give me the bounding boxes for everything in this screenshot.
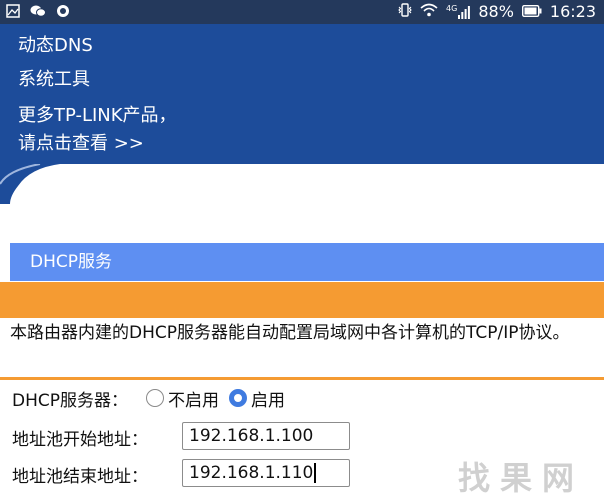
nav-menu: 动态DNS 系统工具 更多TP-LINK产品， 请点击查看 >> [0, 24, 604, 164]
status-bar: 4G 88% 16:23 [0, 0, 604, 24]
network-type-label: 4G [446, 4, 458, 13]
pool-end-input[interactable]: 192.168.1.110 [182, 459, 350, 487]
watermark: 找果网 [452, 456, 604, 500]
radio-option-disable[interactable]: 不启用 [146, 386, 219, 411]
radio-enable[interactable] [229, 389, 247, 407]
pool-start-input[interactable] [182, 422, 350, 450]
menu-item-view-more-link[interactable]: 请点击查看 >> [18, 132, 144, 156]
radio-enable-label[interactable]: 启用 [251, 386, 285, 411]
dhcp-server-label: DHCP服务器： [12, 390, 128, 411]
pool-start-label: 地址池开始地址： [12, 429, 148, 450]
wifi-icon [420, 3, 438, 21]
orange-banner [0, 282, 604, 318]
divider [0, 377, 604, 380]
pool-start-row: 地址池开始地址： [12, 424, 148, 450]
status-left-icons [6, 4, 70, 22]
app-icon [56, 4, 70, 22]
section-title: DHCP服务 [10, 243, 604, 281]
pool-end-row: 地址池结束地址： [12, 461, 148, 487]
radio-disable[interactable] [146, 389, 164, 407]
menu-item-more-products[interactable]: 更多TP-LINK产品， [18, 104, 177, 128]
text-caret [314, 463, 317, 483]
wechat-icon [30, 4, 46, 22]
signal-icon: 4G [446, 4, 471, 19]
clock: 16:23 [549, 2, 596, 21]
corner-curve-decoration [0, 164, 60, 204]
menu-item-ddns[interactable]: 动态DNS [18, 34, 93, 58]
menu-item-system-tools[interactable]: 系统工具 [18, 68, 90, 92]
section-description: 本路由器内建的DHCP服务器能自动配置局域网中各计算机的TCP/IP协议。 [10, 323, 570, 343]
radio-option-enable[interactable]: 启用 [229, 386, 285, 411]
gallery-icon [6, 4, 20, 22]
pool-end-value[interactable]: 192.168.1.110 [189, 463, 313, 483]
radio-disable-label[interactable]: 不启用 [168, 386, 219, 411]
status-right-icons: 4G 88% 16:23 [398, 2, 596, 22]
battery-icon [521, 3, 542, 21]
vibrate-icon [398, 2, 412, 22]
dhcp-server-row: DHCP服务器： 不启用 启用 [12, 385, 285, 411]
pool-end-label: 地址池结束地址： [12, 466, 148, 487]
battery-percent: 88% [478, 2, 514, 21]
